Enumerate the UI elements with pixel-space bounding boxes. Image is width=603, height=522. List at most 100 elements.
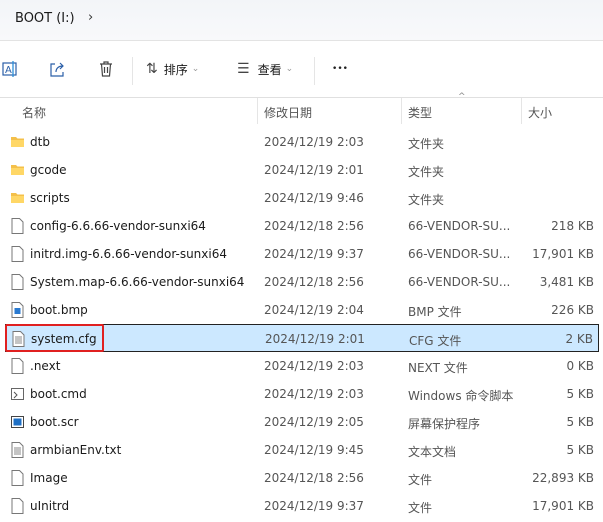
file-row[interactable]: dtb 2024/12/19 2:03 文件夹	[5, 128, 599, 156]
file-name: .next	[30, 359, 61, 373]
file-row[interactable]: boot.cmd 2024/12/19 2:03 Windows 命令脚本 5 KB	[5, 380, 599, 408]
file-name: dtb	[30, 135, 50, 149]
file-date: 2024/12/19 9:46	[264, 191, 364, 205]
file-name: System.map-6.6.66-vendor-sunxi64	[30, 275, 245, 289]
file-size: 17,901 KB	[532, 247, 594, 261]
screensaver-icon	[11, 416, 24, 428]
column-divider[interactable]	[401, 98, 402, 124]
file-row[interactable]: uInitrd 2024/12/19 9:37 文件 17,901 KB	[5, 492, 599, 520]
file-date: 2024/12/18 2:56	[264, 219, 364, 233]
file-date: 2024/12/19 2:01	[265, 332, 365, 346]
column-name[interactable]: 名称	[22, 104, 46, 121]
sort-button[interactable]: ⇅ 排序 ⌄	[146, 58, 216, 80]
file-date: 2024/12/19 9:45	[264, 443, 364, 457]
chevron-down-icon: ⌄	[285, 64, 294, 74]
file-size: 5 KB	[566, 415, 594, 429]
file-size: 218 KB	[551, 219, 594, 233]
file-name: boot.cmd	[30, 387, 87, 401]
script-icon	[11, 388, 24, 400]
file-icon	[11, 470, 24, 486]
file-date: 2024/12/19 9:37	[264, 499, 364, 513]
file-date: 2024/12/19 2:03	[264, 387, 364, 401]
file-row[interactable]: armbianEnv.txt 2024/12/19 9:45 文本文档 5 KB	[5, 436, 599, 464]
file-row[interactable]: initrd.img-6.6.66-vendor-sunxi64 2024/12/…	[5, 240, 599, 268]
column-date[interactable]: 修改日期	[264, 104, 312, 121]
file-name: boot.bmp	[30, 303, 88, 317]
file-row[interactable]: config-6.6.66-vendor-sunxi64 2024/12/18 2…	[5, 212, 599, 240]
file-type: 66-VENDOR-SU...	[408, 275, 511, 289]
file-size: 2 KB	[565, 332, 593, 346]
breadcrumb-boot-drive[interactable]: BOOT (I:)	[15, 11, 75, 26]
file-size: 5 KB	[566, 387, 594, 401]
file-size: 22,893 KB	[532, 471, 594, 485]
column-size[interactable]: 大小	[528, 104, 552, 121]
file-row[interactable]: Image 2024/12/18 2:56 文件 22,893 KB	[5, 464, 599, 492]
file-date: 2024/12/18 2:56	[264, 471, 364, 485]
sort-label: 排序	[163, 62, 188, 77]
address-bar[interactable]: BOOT (I:) ›	[0, 0, 603, 41]
file-size: 0 KB	[566, 359, 594, 373]
column-divider[interactable]	[521, 98, 522, 124]
sort-icon: ⇅	[146, 61, 158, 77]
file-date: 2024/12/19 2:03	[264, 359, 364, 373]
file-row[interactable]: System.map-6.6.66-vendor-sunxi64 2024/12/…	[5, 268, 599, 296]
file-name: boot.scr	[30, 415, 79, 429]
folder-icon	[11, 137, 24, 147]
file-date: 2024/12/19 2:04	[264, 303, 364, 317]
column-header: 名称 修改日期 类型 ^ 大小	[0, 92, 603, 124]
file-icon	[11, 498, 24, 514]
file-type: 文件	[408, 473, 433, 487]
column-divider[interactable]	[257, 98, 258, 124]
file-size: 3,481 KB	[539, 275, 594, 289]
svg-text:A: A	[5, 65, 12, 76]
file-row[interactable]: gcode 2024/12/19 2:01 文件夹	[5, 156, 599, 184]
highlight-annotation	[5, 324, 104, 352]
rename-icon[interactable]: A	[0, 58, 22, 80]
file-date: 2024/12/19 2:03	[264, 135, 364, 149]
file-row[interactable]: .next 2024/12/19 2:03 NEXT 文件 0 KB	[5, 352, 599, 380]
file-row[interactable]: boot.scr 2024/12/19 2:05 屏幕保护程序 5 KB	[5, 408, 599, 436]
file-icon	[11, 246, 24, 262]
view-label: 查看	[257, 62, 282, 77]
file-icon	[11, 274, 24, 290]
breadcrumb-chevron-icon[interactable]: ›	[88, 10, 93, 25]
file-type: 文本文档	[408, 445, 457, 459]
file-date: 2024/12/19 2:05	[264, 415, 364, 429]
file-row[interactable]: boot.bmp 2024/12/19 2:04 BMP 文件 226 KB	[5, 296, 599, 324]
file-type: 文件夹	[408, 137, 445, 151]
toolbar-divider	[132, 57, 133, 85]
file-size: 5 KB	[566, 443, 594, 457]
file-name: uInitrd	[30, 499, 70, 513]
column-type[interactable]: 类型	[408, 104, 432, 121]
file-date: 2024/12/18 2:56	[264, 275, 364, 289]
file-name: initrd.img-6.6.66-vendor-sunxi64	[30, 247, 227, 261]
file-icon	[11, 218, 24, 234]
more-options-button[interactable]: •••	[329, 58, 351, 80]
delete-icon[interactable]	[95, 58, 117, 80]
file-type: BMP 文件	[408, 305, 462, 319]
file-row[interactable]: scripts 2024/12/19 9:46 文件夹	[5, 184, 599, 212]
file-size: 226 KB	[551, 303, 594, 317]
file-icon	[11, 358, 24, 374]
sort-ascending-icon: ^	[458, 92, 466, 102]
file-size: 17,901 KB	[532, 499, 594, 513]
file-name: Image	[30, 471, 68, 485]
folder-icon	[11, 193, 24, 203]
share-icon[interactable]	[47, 58, 69, 80]
file-name: scripts	[30, 191, 70, 205]
view-button[interactable]: ☰ 查看 ⌄	[237, 58, 307, 80]
file-name: gcode	[30, 163, 67, 177]
file-name: config-6.6.66-vendor-sunxi64	[30, 219, 206, 233]
image-icon	[11, 302, 24, 318]
file-type: NEXT 文件	[408, 361, 468, 375]
file-type: 文件夹	[408, 193, 445, 207]
file-date: 2024/12/19 2:01	[264, 163, 364, 177]
file-type: 文件夹	[408, 165, 445, 179]
text-icon	[11, 442, 24, 458]
file-type: 66-VENDOR-SU...	[408, 219, 511, 233]
list-view-icon: ☰	[237, 61, 250, 77]
toolbar-divider	[314, 57, 315, 85]
folder-icon	[11, 165, 24, 175]
file-type: 屏幕保护程序	[408, 417, 481, 431]
chevron-down-icon: ⌄	[191, 64, 200, 74]
